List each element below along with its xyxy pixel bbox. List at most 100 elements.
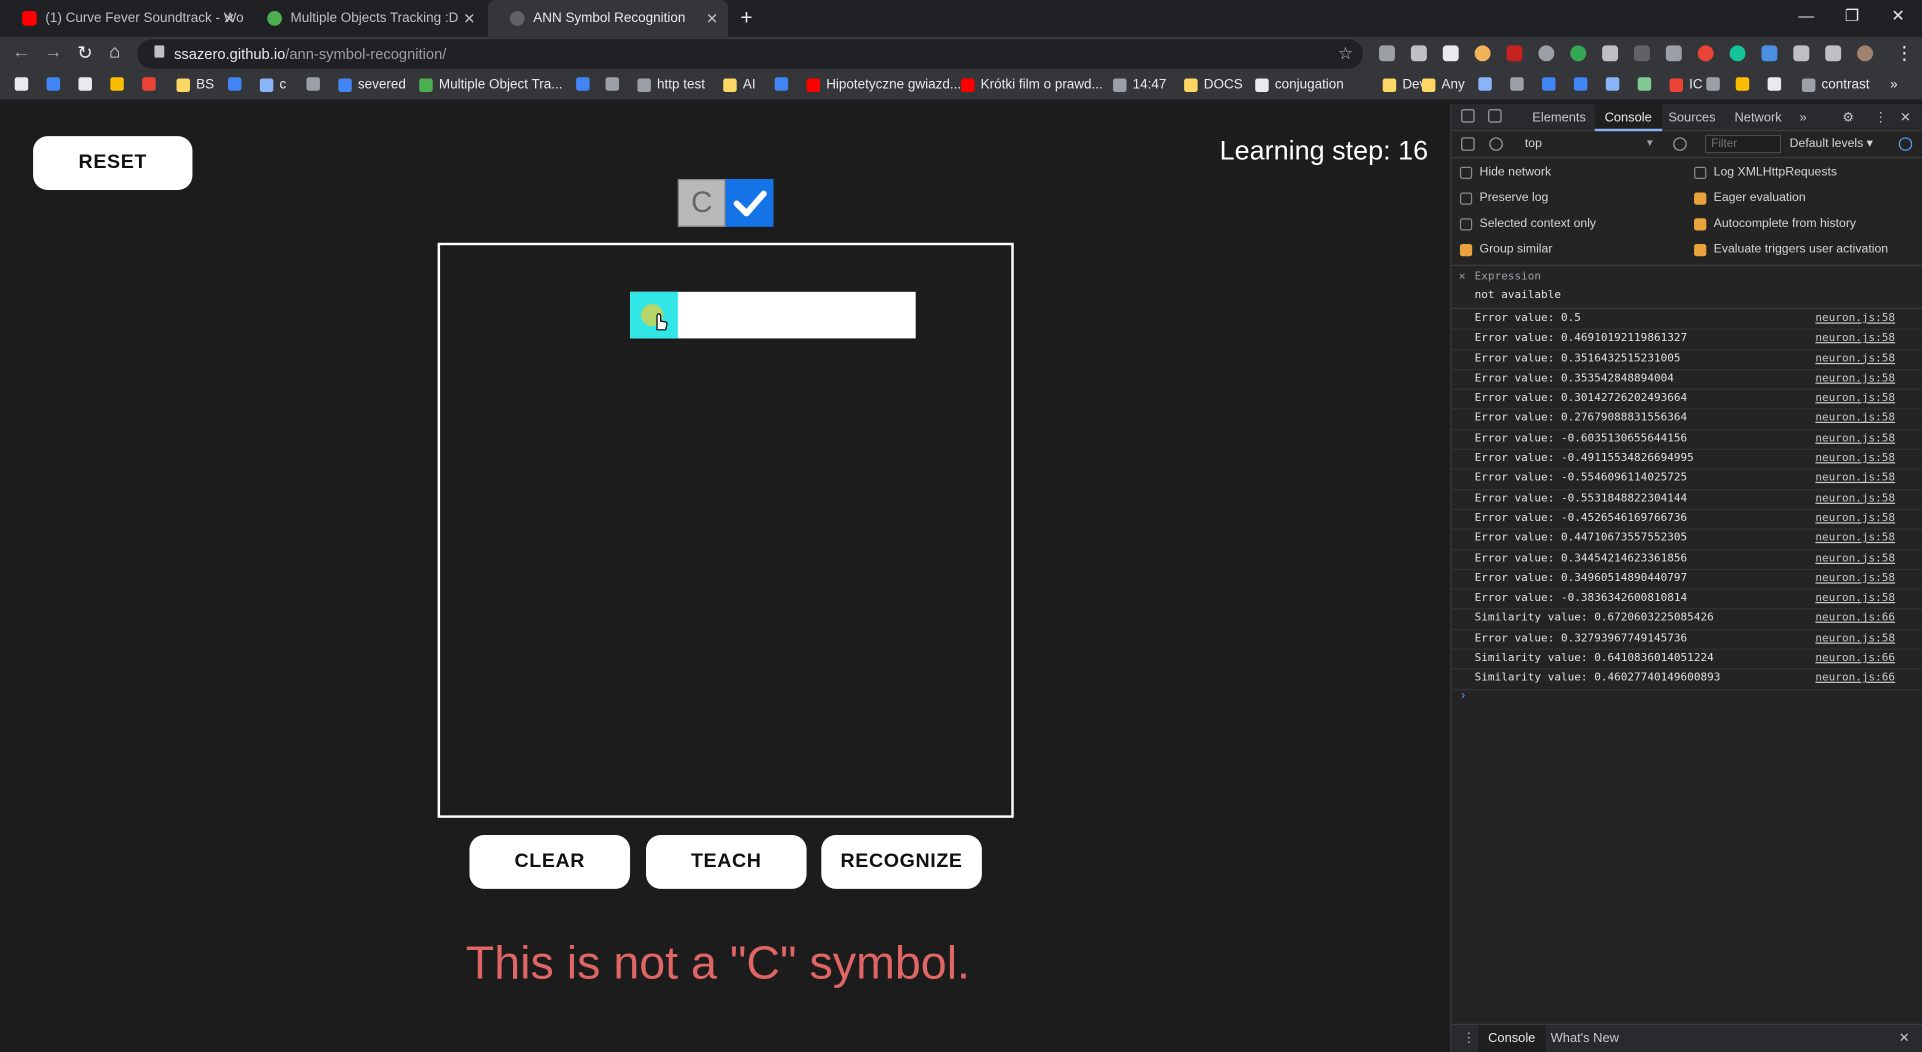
- extension-icon[interactable]: [1602, 45, 1619, 62]
- log-source-link[interactable]: neuron.js:58: [1815, 590, 1895, 608]
- reset-button[interactable]: RESET: [33, 136, 193, 191]
- extension-icon[interactable]: [1665, 45, 1682, 62]
- bookmark-item[interactable]: [78, 77, 98, 91]
- bookmark-item[interactable]: [306, 77, 326, 91]
- clear-button[interactable]: CLEAR: [469, 834, 631, 889]
- log-source-link[interactable]: neuron.js:58: [1815, 310, 1895, 328]
- console-option[interactable]: Preserve log: [1459, 191, 1548, 205]
- close-window-icon[interactable]: ✕: [1891, 6, 1904, 26]
- log-source-link[interactable]: neuron.js:58: [1815, 510, 1895, 528]
- log-source-link[interactable]: neuron.js:58: [1815, 550, 1895, 568]
- bookmark-item[interactable]: [1767, 77, 1788, 91]
- console-settings-icon[interactable]: [1898, 137, 1913, 151]
- reload-icon[interactable]: ↻: [77, 42, 92, 64]
- bookmark-item[interactable]: contrast: [1801, 77, 1870, 92]
- recognize-button[interactable]: RECOGNIZE: [821, 834, 982, 889]
- url-text[interactable]: ssazero.github.io/ann-symbol-recognition…: [174, 45, 446, 62]
- minimize-icon[interactable]: —: [1798, 6, 1814, 24]
- bookmark-item[interactable]: [110, 77, 130, 91]
- log-source-link[interactable]: neuron.js:58: [1815, 350, 1895, 368]
- bookmark-item[interactable]: [1510, 77, 1530, 91]
- console-prompt[interactable]: ›: [1461, 689, 1465, 702]
- bookmark-item[interactable]: 14:47: [1113, 77, 1166, 92]
- sidebar-toggle-icon[interactable]: [1461, 137, 1475, 151]
- close-tab-icon[interactable]: ✕: [706, 10, 718, 27]
- bookmark-item[interactable]: [142, 77, 162, 91]
- bookmark-item[interactable]: severed: [338, 77, 406, 92]
- menu-icon[interactable]: ⋮: [1895, 42, 1913, 64]
- bookmark-item[interactable]: IC: [1669, 77, 1703, 92]
- console-option[interactable]: Hide network: [1459, 166, 1551, 179]
- extension-icon[interactable]: [1538, 45, 1555, 62]
- bookmark-star-icon[interactable]: ☆: [1338, 43, 1353, 64]
- option-checkbox[interactable]: [1459, 243, 1473, 256]
- bookmark-item[interactable]: [14, 77, 35, 91]
- expression-label[interactable]: Expression: [1475, 271, 1541, 283]
- bookmark-item[interactable]: [1605, 77, 1626, 91]
- bookmark-item[interactable]: [1478, 77, 1498, 91]
- extension-icon[interactable]: [1729, 45, 1746, 62]
- option-checkbox[interactable]: [1459, 217, 1473, 230]
- context-selector[interactable]: top: [1525, 137, 1542, 150]
- extension-icon[interactable]: [1410, 45, 1427, 62]
- bookmark-item[interactable]: Hipotetyczne gwiazd...: [806, 77, 961, 92]
- settings-icon[interactable]: ⚙: [1842, 110, 1854, 125]
- log-source-link[interactable]: neuron.js:58: [1815, 630, 1895, 648]
- bookmark-item[interactable]: c: [259, 77, 286, 92]
- close-tab-icon[interactable]: ✕: [463, 10, 475, 27]
- eye-icon[interactable]: [1673, 137, 1687, 151]
- extension-icon[interactable]: [1379, 45, 1395, 62]
- extension-icon[interactable]: [1442, 45, 1459, 62]
- bookmark-item[interactable]: Multiple Object Tra...: [419, 77, 562, 92]
- drawer-tab-whats-new[interactable]: What's New: [1551, 1031, 1619, 1046]
- close-icon[interactable]: ✕: [1459, 271, 1466, 283]
- log-source-link[interactable]: neuron.js:58: [1815, 370, 1895, 388]
- puzzle-icon[interactable]: [1793, 45, 1810, 62]
- log-source-link[interactable]: neuron.js:58: [1815, 530, 1895, 548]
- extension-icon[interactable]: [1633, 45, 1650, 62]
- bookmark-item[interactable]: [774, 77, 795, 91]
- filter-input[interactable]: [1705, 134, 1782, 154]
- bookmark-item[interactable]: [1637, 77, 1658, 91]
- console-option[interactable]: Evaluate triggers user activation: [1694, 243, 1888, 256]
- drawing-canvas[interactable]: [437, 242, 1014, 818]
- bookmark-item[interactable]: [1735, 77, 1756, 91]
- bookmark-item[interactable]: [605, 77, 626, 91]
- option-checkbox[interactable]: [1694, 217, 1707, 230]
- extension-icon[interactable]: [1570, 45, 1587, 62]
- option-checkbox[interactable]: [1694, 243, 1707, 256]
- tab-sources[interactable]: Sources: [1668, 110, 1715, 125]
- teach-button[interactable]: TEACH: [645, 834, 807, 889]
- console-option[interactable]: Group similar: [1459, 243, 1552, 256]
- bookmark-item[interactable]: Any: [1421, 77, 1465, 92]
- device-toolbar-icon[interactable]: [1488, 109, 1502, 123]
- forward-icon[interactable]: →: [44, 42, 62, 63]
- tab-network[interactable]: Network: [1735, 110, 1782, 125]
- extension-icon[interactable]: [1697, 45, 1714, 62]
- back-icon[interactable]: ←: [12, 42, 30, 63]
- close-drawer-icon[interactable]: ✕: [1899, 1031, 1910, 1046]
- levels-dropdown[interactable]: Default levels ▾: [1790, 137, 1873, 150]
- bookmark-item[interactable]: AI: [723, 77, 756, 92]
- console-option[interactable]: Selected context only: [1459, 217, 1596, 231]
- option-checkbox[interactable]: [1694, 191, 1707, 205]
- bookmark-item[interactable]: DOCS: [1184, 77, 1243, 92]
- address-bar[interactable]: ssazero.github.io/ann-symbol-recognition…: [137, 39, 1364, 69]
- log-source-link[interactable]: neuron.js:58: [1815, 330, 1895, 348]
- symbol-checkbox[interactable]: [725, 179, 774, 227]
- more-bookmarks-icon[interactable]: »: [1890, 77, 1898, 92]
- console-option[interactable]: Eager evaluation: [1694, 191, 1806, 205]
- log-source-link[interactable]: neuron.js:58: [1815, 470, 1895, 488]
- more-tabs-icon[interactable]: »: [1799, 110, 1806, 125]
- log-source-link[interactable]: neuron.js:58: [1815, 430, 1895, 448]
- console-option[interactable]: Log XMLHttpRequests: [1694, 166, 1837, 179]
- close-devtools-icon[interactable]: ✕: [1900, 110, 1911, 125]
- log-source-link[interactable]: neuron.js:66: [1815, 670, 1895, 688]
- bookmark-item[interactable]: Krótki film o prawd...: [961, 77, 1103, 92]
- bookmark-item[interactable]: http test: [637, 77, 705, 92]
- media-icon[interactable]: [1825, 45, 1842, 62]
- log-source-link[interactable]: neuron.js:58: [1815, 390, 1895, 408]
- bookmark-item[interactable]: [1542, 77, 1562, 91]
- tab-0[interactable]: (1) Curve Fever Soundtrack - Wo ✕: [0, 0, 245, 37]
- restore-icon[interactable]: ❐: [1845, 6, 1859, 26]
